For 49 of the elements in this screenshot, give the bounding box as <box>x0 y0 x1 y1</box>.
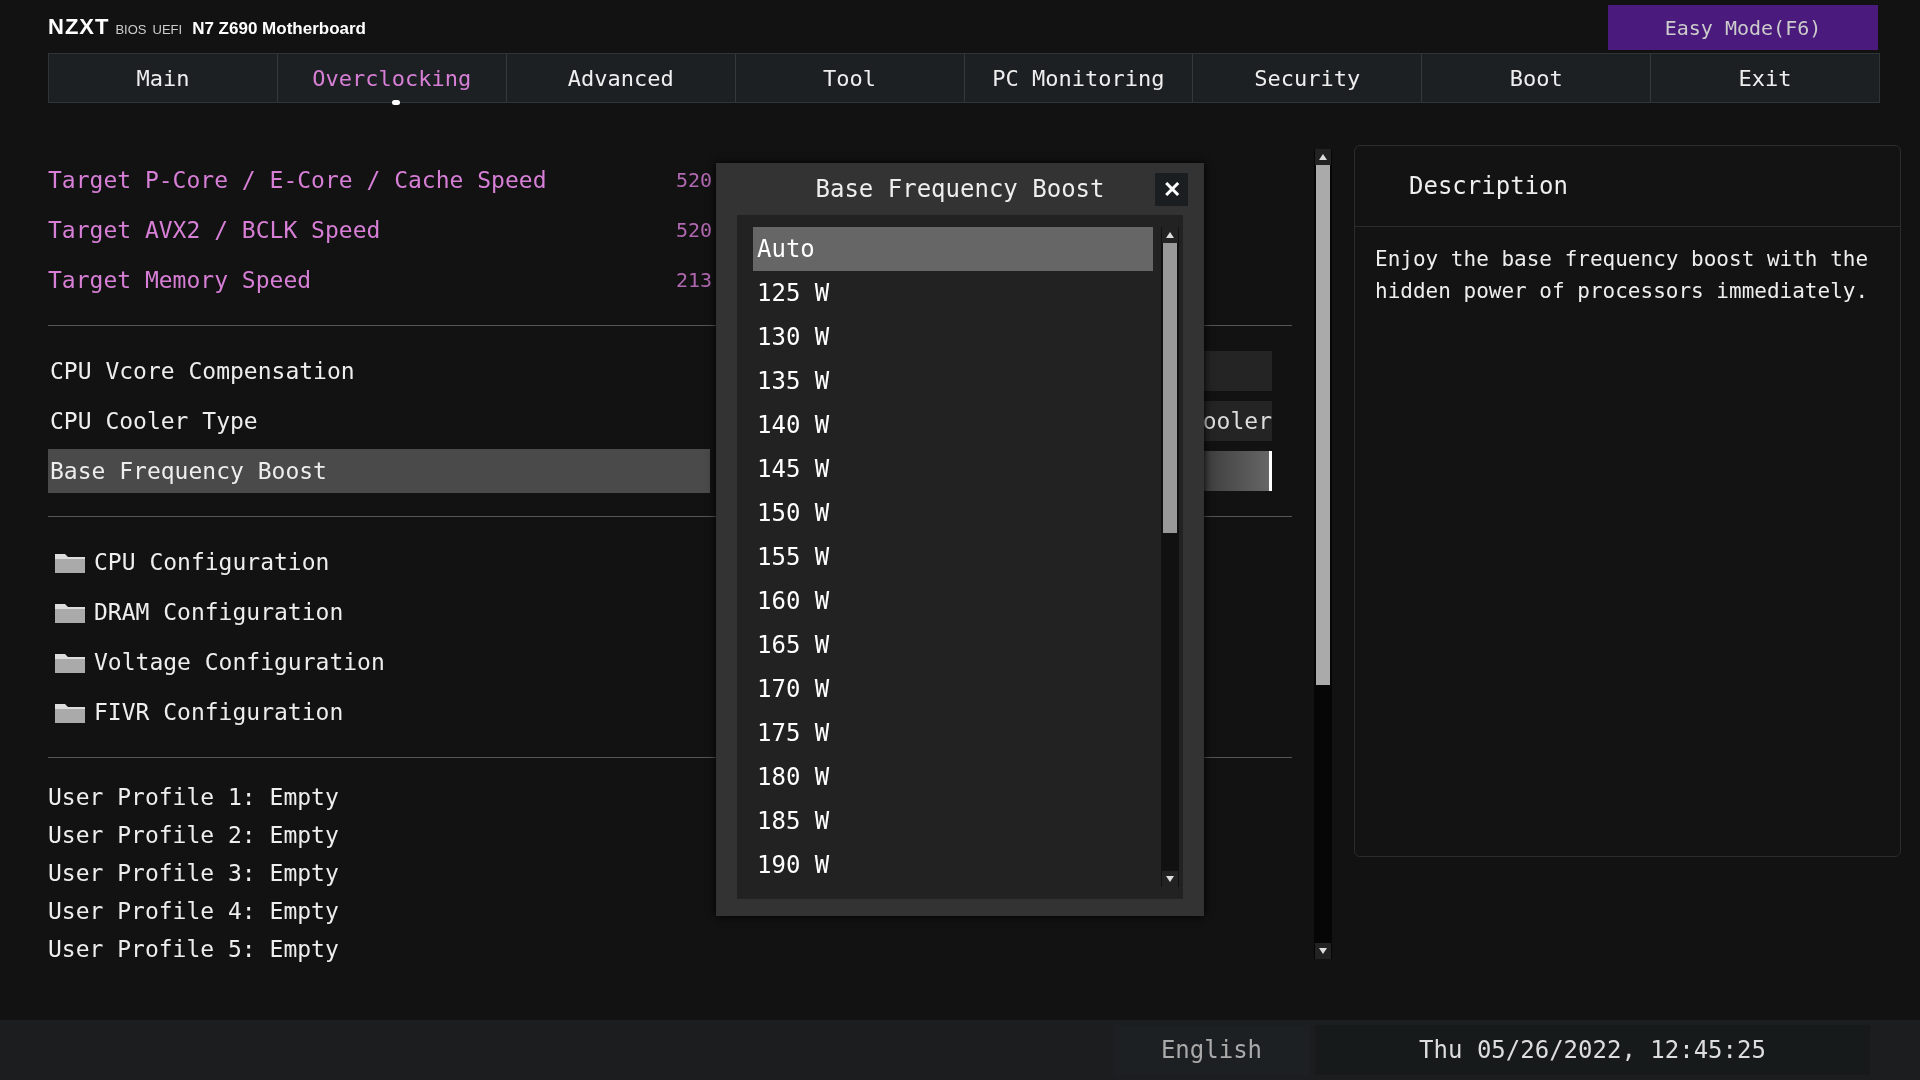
user-profile[interactable]: User Profile 2: Empty <box>48 816 339 854</box>
submenu-link[interactable]: DRAM Configuration <box>94 599 344 625</box>
target-value: 520 <box>676 168 713 192</box>
option-item[interactable]: 150 W <box>753 491 1153 535</box>
submenu-link[interactable]: FIVR Configuration <box>94 699 344 725</box>
user-profile[interactable]: User Profile 4: Empty <box>48 892 339 930</box>
brand-logo: NZXT <box>48 13 110 40</box>
option-item[interactable]: 125 W <box>753 271 1153 315</box>
option-item[interactable]: 140 W <box>753 403 1153 447</box>
setting-label[interactable]: CPU Vcore Compensation <box>48 349 710 393</box>
bios-label: BIOS <box>115 21 147 37</box>
scroll-up-icon[interactable] <box>1162 227 1178 243</box>
user-profile[interactable]: User Profile 1: Empty <box>48 778 339 816</box>
submenu-link[interactable]: CPU Configuration <box>94 549 330 575</box>
target-value: 213 <box>676 268 713 292</box>
option-item[interactable]: 180 W <box>753 755 1153 799</box>
option-item[interactable]: 135 W <box>753 359 1153 403</box>
option-item[interactable]: 175 W <box>753 711 1153 755</box>
scroll-up-icon[interactable] <box>1315 149 1331 165</box>
option-item[interactable]: 170 W <box>753 667 1153 711</box>
option-item[interactable]: 190 W <box>753 843 1153 887</box>
user-profile[interactable]: User Profile 3: Empty <box>48 854 339 892</box>
submenu-link[interactable]: Voltage Configuration <box>94 649 385 675</box>
close-button[interactable]: ✕ <box>1155 173 1188 206</box>
board-model: N7 Z690 Motherboard <box>192 18 366 39</box>
setting-label[interactable]: Base Frequency Boost <box>48 449 710 493</box>
uefi-label: UEFI <box>152 21 183 37</box>
dialog-title: Base Frequency Boost <box>815 175 1105 203</box>
option-item[interactable]: 185 W <box>753 799 1153 843</box>
setting-label[interactable]: CPU Cooler Type <box>48 399 710 443</box>
target-label: Target P-Core / E-Core / Cache Speed <box>48 167 548 193</box>
language-button[interactable]: English <box>1114 1025 1309 1075</box>
option-item[interactable]: 155 W <box>753 535 1153 579</box>
description-title: Description <box>1355 146 1900 227</box>
scroll-down-icon[interactable] <box>1162 871 1178 887</box>
target-label: Target Memory Speed <box>48 267 313 293</box>
option-item[interactable]: 130 W <box>753 315 1153 359</box>
option-item[interactable]: 165 W <box>753 623 1153 667</box>
scroll-down-icon[interactable] <box>1315 943 1331 959</box>
description-text: Enjoy the base frequency boost with the hidden power of processors immediately. <box>1374 246 1870 305</box>
target-value: 520 <box>676 218 713 242</box>
option-item[interactable]: Auto <box>753 227 1153 271</box>
target-label: Target AVX2 / BCLK Speed <box>48 217 382 243</box>
scrollbar[interactable] <box>1314 149 1332 959</box>
easy-mode-button[interactable]: Easy Mode(F6) <box>1608 5 1878 50</box>
option-item[interactable]: 160 W <box>753 579 1153 623</box>
option-item[interactable]: 145 W <box>753 447 1153 491</box>
user-profile[interactable]: User Profile 5: Empty <box>48 930 339 968</box>
date-time: Thu 05/26/2022, 12:45:25 <box>1315 1025 1870 1075</box>
